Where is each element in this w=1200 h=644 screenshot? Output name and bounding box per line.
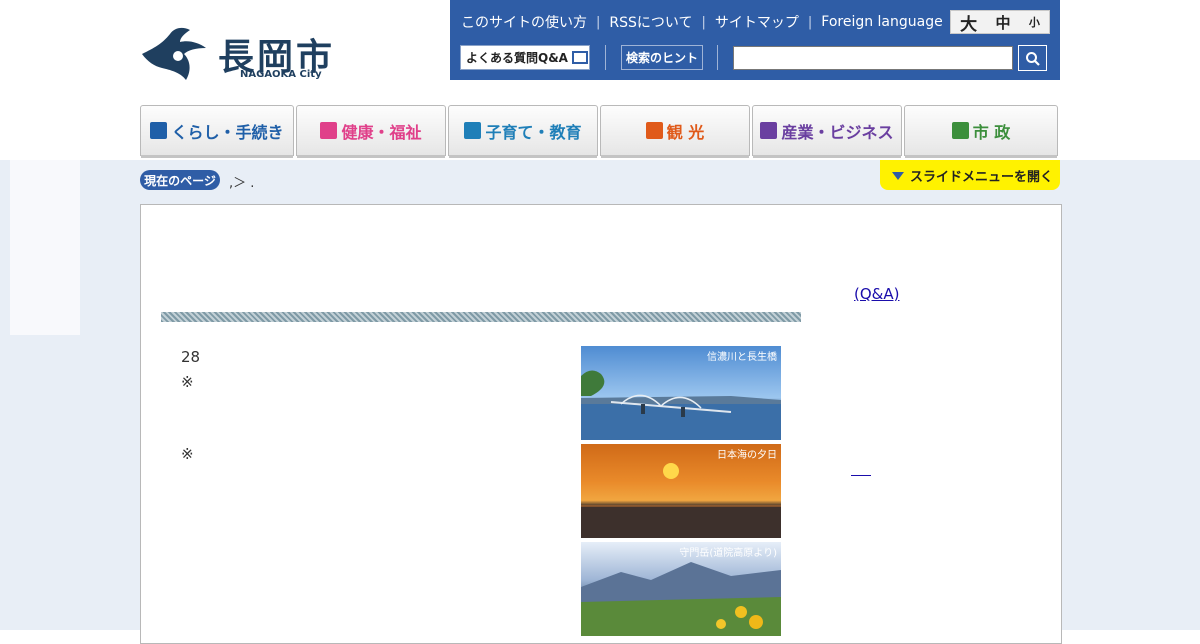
heading-divider [161, 312, 801, 322]
left-panel [10, 160, 80, 335]
nav-label: 観 光 [666, 122, 705, 142]
nav-label: 子育て・教育 [485, 122, 582, 142]
ribbon-icon [320, 122, 338, 139]
main-content: (Q&A) 28 ※ ※ 信濃川と長生橋 日本海の夕日 守門岳(道院高原より) [140, 204, 1062, 644]
sightseeing-icon [645, 122, 663, 139]
site-logo[interactable]: 長岡市 NAGAOKA City [140, 24, 350, 84]
photo-mount-sumon: 守門岳(道院高原より) [581, 542, 781, 636]
faq-button[interactable]: よくある質問Q&A [460, 45, 590, 70]
separator: | [596, 14, 601, 30]
current-page-badge: 現在のページ [140, 170, 220, 190]
breadcrumb: ,＞ . [229, 176, 255, 191]
photo-caption: 守門岳(道院高原より) [679, 548, 777, 559]
nav-item-childcare[interactable]: 子育て・教育 [448, 105, 598, 158]
nav-label: くらし・手続き [171, 122, 284, 142]
note-mark: ※ [181, 373, 194, 391]
side-link[interactable] [851, 461, 871, 476]
body-number: 28 [181, 348, 201, 366]
font-size-large-button[interactable]: 大 [960, 10, 977, 35]
industry-icon [760, 122, 778, 139]
utility-bar: このサイトの使い方 | RSSについて | サイトマップ | Foreign l… [450, 0, 1060, 80]
font-size-switcher: 大 中 小 [950, 10, 1050, 35]
note-mark: ※ [181, 445, 194, 463]
faq-button-label: よくある質問Q&A [466, 51, 568, 65]
photo-sunset: 日本海の夕日 [581, 444, 781, 538]
font-size-small-button[interactable]: 小 [1029, 14, 1040, 30]
slide-menu-button[interactable]: スライドメニューを開く [880, 160, 1060, 190]
global-nav: くらし・手続き 健康・福祉 子育て・教育 観 光 産業・ビジネス 市 政 [140, 105, 1060, 158]
photo-caption: 日本海の夕日 [717, 450, 777, 461]
divider [717, 45, 718, 70]
nav-item-city-government[interactable]: 市 政 [904, 105, 1058, 158]
search-input[interactable] [733, 46, 1013, 70]
nav-item-sightseeing[interactable]: 観 光 [600, 105, 750, 158]
faq-link[interactable]: (Q&A) [854, 285, 899, 303]
new-window-icon [571, 51, 588, 64]
site-guide-link[interactable]: このサイトの使い方 [461, 12, 587, 32]
slide-menu-label: スライドメニューを開く [910, 169, 1054, 185]
search-button[interactable] [1018, 45, 1047, 71]
font-size-medium-button[interactable]: 中 [995, 12, 1010, 33]
divider [605, 45, 606, 70]
child-icon [464, 122, 482, 139]
foreign-language-link[interactable]: Foreign language [821, 14, 942, 30]
nav-item-business[interactable]: 産業・ビジネス [752, 105, 902, 158]
cityhall-icon [951, 122, 969, 139]
separator: | [807, 14, 813, 30]
house-icon [150, 122, 168, 139]
photo-caption: 信濃川と長生橋 [707, 352, 777, 363]
nav-label: 市 政 [972, 122, 1011, 142]
site-name-en: NAGAOKA City [240, 69, 322, 80]
photo-shinano-river: 信濃川と長生橋 [581, 346, 781, 440]
nav-label: 産業・ビジネス [781, 122, 894, 142]
arrow-down-icon [892, 172, 904, 180]
search-icon [1026, 52, 1040, 66]
nav-item-living[interactable]: くらし・手続き [140, 105, 294, 158]
swallow-logo-icon [142, 27, 206, 80]
nav-label: 健康・福祉 [341, 122, 422, 142]
separator: | [701, 14, 706, 30]
nav-item-health[interactable]: 健康・福祉 [296, 105, 446, 158]
sitemap-link[interactable]: サイトマップ [715, 12, 799, 32]
rss-link[interactable]: RSSについて [609, 12, 692, 32]
utility-links: このサイトの使い方 | RSSについて | サイトマップ | Foreign l… [461, 13, 943, 31]
search-hint-button[interactable]: 検索のヒント [621, 45, 703, 70]
